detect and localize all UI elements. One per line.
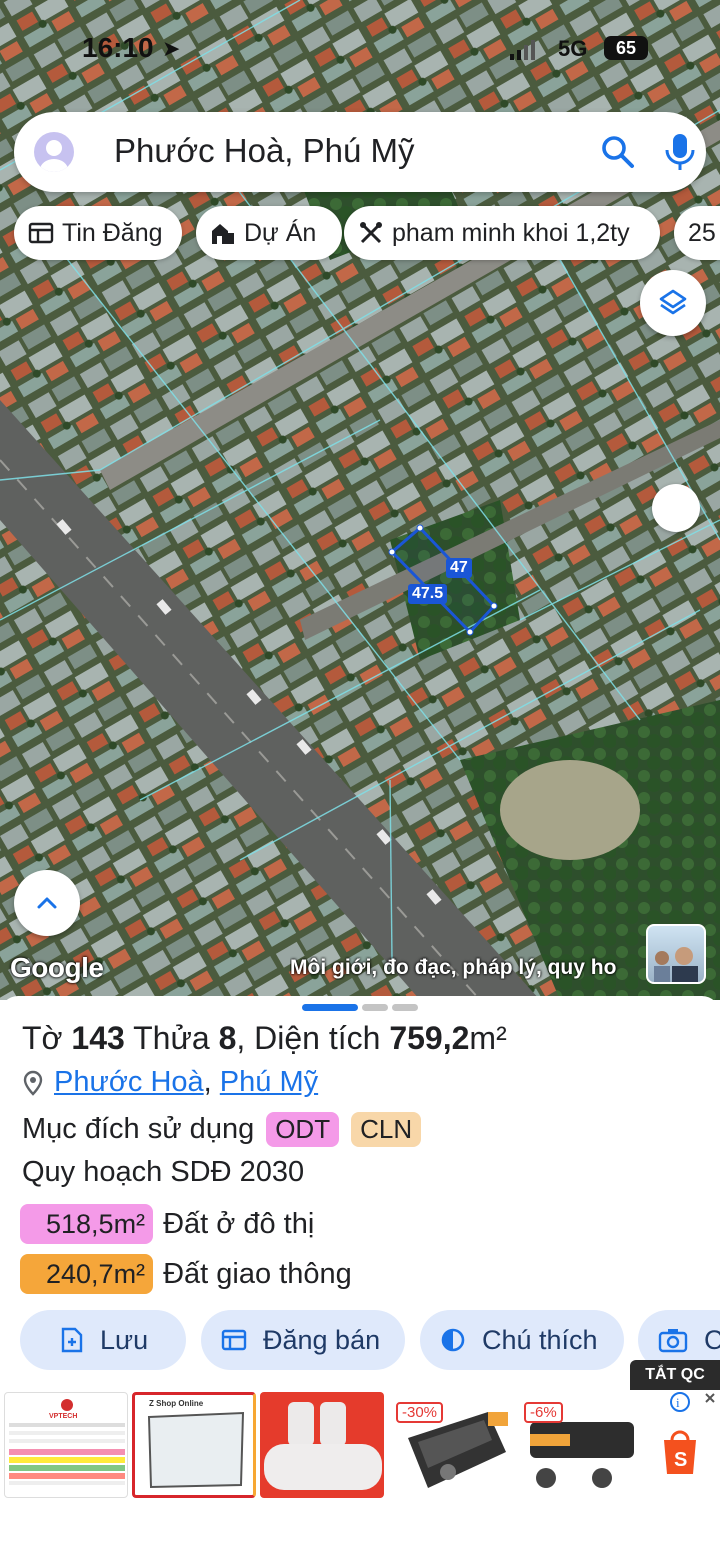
save-button[interactable]: Lưu xyxy=(20,1310,186,1370)
save-icon xyxy=(61,1327,83,1353)
svg-text:S: S xyxy=(674,1449,687,1471)
ad-item[interactable]: -30% xyxy=(388,1392,512,1498)
chevron-up-icon xyxy=(37,897,57,909)
ad-item[interactable]: Z Shop Online xyxy=(132,1392,256,1498)
chip-label: 25 xyxy=(688,218,716,247)
land-use-label: Mục đích sử dụng xyxy=(22,1113,255,1145)
page-indicator-active xyxy=(302,1004,358,1011)
user-icon xyxy=(40,140,68,172)
status-bar: 16:10 ➤ 5G 65 xyxy=(0,30,720,70)
action-label: Lưu xyxy=(100,1324,149,1355)
google-attribution: Google xyxy=(10,952,104,983)
location-arrow-icon: ➤ xyxy=(162,36,181,61)
chip-du-an[interactable]: Dự Án xyxy=(196,206,342,260)
discount-badge: -30% xyxy=(396,1402,444,1423)
ad-brand: VPTECH xyxy=(49,1413,78,1420)
discount-badge: -6% xyxy=(524,1402,563,1423)
ad-carousel[interactable]: VPTECH Z Shop Online -30% -6% i S xyxy=(0,1392,720,1502)
list-icon xyxy=(221,1329,247,1351)
chip-label: Tin Đăng xyxy=(62,218,163,247)
status-time: 16:10 xyxy=(82,32,154,63)
map-side-handle[interactable] xyxy=(652,484,700,532)
layers-button[interactable] xyxy=(640,270,706,336)
parcel-label: Thửa xyxy=(133,1020,210,1056)
zone-name: Đất giao thông xyxy=(163,1257,352,1290)
camera-icon xyxy=(658,1329,688,1353)
town-link[interactable]: Phú Mỹ xyxy=(220,1066,318,1099)
action-label: Chú thích xyxy=(482,1324,598,1355)
ad-brand: Z Shop Online xyxy=(149,1399,204,1408)
chip-tin-dang[interactable]: Tin Đăng xyxy=(14,206,182,260)
action-label: C xyxy=(704,1324,720,1355)
land-use-row: Mục đích sử dụng ODT CLN xyxy=(22,1112,422,1147)
action-label: Đăng bán xyxy=(263,1324,381,1355)
edge-measurement-label: 47 xyxy=(446,558,472,578)
chip-label: Dự Án xyxy=(244,218,317,247)
page-indicator xyxy=(392,1004,418,1011)
chip-saved-search[interactable]: pham minh khoi 1,2ty xyxy=(344,206,660,260)
news-icon xyxy=(28,222,54,244)
planning-label: Quy hoạch SDĐ 2030 xyxy=(22,1156,305,1188)
map-view[interactable]: 47 47.5 16:10 ➤ 5G 65 Phước Hoà, Phú Mỹ xyxy=(0,0,720,1000)
building-icon xyxy=(212,224,234,244)
price-table-image xyxy=(9,1399,125,1485)
location-pin-icon xyxy=(23,1070,43,1096)
parcel-info-sheet[interactable]: Tờ 143 Thửa 8, Diện tích 759,2m² Phước H… xyxy=(0,996,720,1560)
parcel-title: Tờ 143 Thửa 8, Diện tích 759,2m² xyxy=(22,1020,507,1056)
ward-link[interactable]: Phước Hoà xyxy=(54,1066,204,1099)
screen-panel-image xyxy=(147,1411,245,1489)
area-unit: m² xyxy=(469,1020,507,1056)
post-listing-button[interactable]: Đăng bán xyxy=(201,1310,405,1370)
edge-measurement-label: 47.5 xyxy=(408,584,448,604)
chip-label: pham minh khoi 1,2ty xyxy=(392,218,630,247)
svg-text:i: i xyxy=(676,1395,680,1410)
tools-icon xyxy=(360,222,382,244)
page-indicator xyxy=(362,1004,388,1011)
contrast-icon xyxy=(441,1328,465,1352)
hide-ads-button[interactable]: TẮT QC xyxy=(630,1360,720,1390)
people-photo xyxy=(654,947,698,982)
toner-bottles-image xyxy=(264,1402,382,1490)
layers-icon xyxy=(659,289,687,315)
ad-item[interactable]: VPTECH xyxy=(4,1392,128,1498)
sheet-label: Tờ xyxy=(22,1020,63,1056)
expand-sheet-button[interactable] xyxy=(14,870,80,936)
legend-button[interactable]: Chú thích xyxy=(420,1310,624,1370)
zone-row: 240,7m² Đất giao thông xyxy=(20,1254,352,1294)
signal-icon xyxy=(510,40,535,60)
area-value: 759,2 xyxy=(389,1020,470,1056)
filter-chip-row: Tin Đăng Dự Án pham minh khoi 1,2ty 25 xyxy=(14,206,720,260)
avatar[interactable] xyxy=(34,132,74,172)
zone-area: 240,7m² xyxy=(20,1254,154,1294)
microphone-icon[interactable] xyxy=(662,132,698,172)
chip-more[interactable]: 25 xyxy=(674,206,720,260)
ad-banner-text[interactable]: Môi giới, đo đạc, pháp lý, quy ho xyxy=(290,956,648,980)
ad-item[interactable]: -6% xyxy=(516,1392,640,1498)
zone-name: Đất ở đô thị xyxy=(163,1207,315,1240)
ad-shop-logo[interactable]: i S xyxy=(644,1392,720,1498)
ad-thumbnail[interactable] xyxy=(646,924,706,984)
shopping-bag-icon: i S xyxy=(664,1392,715,1474)
sheet-number: 143 xyxy=(71,1020,125,1056)
separator: , xyxy=(203,1066,212,1098)
ad-item[interactable] xyxy=(260,1392,384,1498)
search-bar[interactable]: Phước Hoà, Phú Mỹ xyxy=(14,112,706,192)
area-label: Diện tích xyxy=(254,1020,381,1056)
zone-area: 518,5m² xyxy=(20,1204,154,1244)
search-icon[interactable] xyxy=(600,134,636,170)
parcel-number: 8 xyxy=(218,1020,237,1056)
parcel-location: Phước Hoà, Phú Mỹ xyxy=(22,1066,318,1099)
network-type: 5G xyxy=(558,36,588,61)
search-input[interactable]: Phước Hoà, Phú Mỹ xyxy=(114,132,415,170)
land-use-tag-odt[interactable]: ODT xyxy=(266,1112,340,1147)
zone-row: 518,5m² Đất ở đô thị xyxy=(20,1204,314,1244)
land-use-tag-cln[interactable]: CLN xyxy=(351,1112,422,1147)
battery-indicator: 65 xyxy=(604,36,648,60)
